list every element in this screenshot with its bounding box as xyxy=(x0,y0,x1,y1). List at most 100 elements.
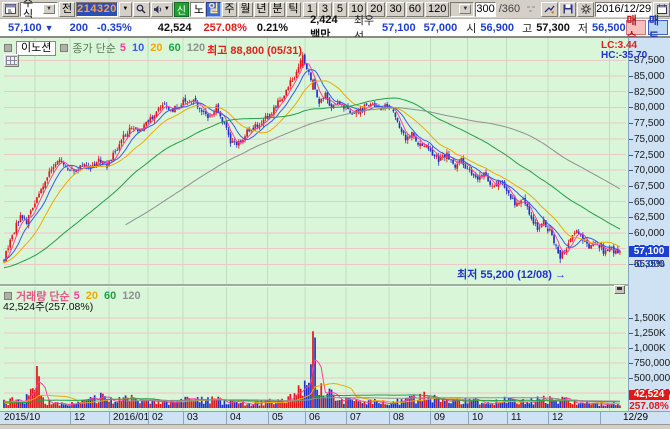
current-volume-badge: 42,524 xyxy=(629,390,669,400)
jun-button[interactable]: 전 xyxy=(59,2,75,17)
new-stock-badge: 신 xyxy=(174,2,189,17)
stock-code-input[interactable]: 214320 xyxy=(76,2,118,17)
price-axis[interactable]: 87,50085,00082,50080,00077,50075,00072,5… xyxy=(628,38,670,411)
time-label-12: 12 xyxy=(548,412,563,424)
price-ma-60: 60 xyxy=(169,42,181,54)
window-menu-button[interactable] xyxy=(2,2,19,17)
tick-mark xyxy=(629,363,633,364)
tick-mark xyxy=(629,233,633,234)
time-label-2015-10: 2015/10 xyxy=(1,412,40,424)
time-axis[interactable]: 2015/10122016/010203040506070809101112 1… xyxy=(0,411,670,424)
gear-icon xyxy=(581,4,591,14)
price-tick-label: 65,000 xyxy=(634,197,665,208)
price-ma-10: 10 xyxy=(132,42,144,54)
code-dropdown-button[interactable]: ▼ xyxy=(119,2,132,17)
search-icon xyxy=(136,4,146,14)
time-label-02: 02 xyxy=(148,412,163,424)
price-tick-label: 82,500 xyxy=(634,87,665,98)
save-icon xyxy=(563,4,573,14)
sound-button[interactable]: ▼ xyxy=(151,2,173,17)
time-label-08: 08 xyxy=(389,412,404,424)
down-arrow-icon: ▼ xyxy=(45,23,54,33)
price-ma-20: 20 xyxy=(150,42,162,54)
period-button-분[interactable]: 분 xyxy=(270,2,285,17)
best-ask: 57,100 xyxy=(382,22,416,34)
volume-tick-label: 1,500K xyxy=(634,313,666,324)
speaker-icon xyxy=(154,5,162,14)
volume-ma-60: 60 xyxy=(104,290,116,302)
tick-mark xyxy=(629,92,633,93)
period-button-일[interactable]: 일 xyxy=(206,2,221,17)
price-change-pct: -0.35% xyxy=(97,22,132,34)
tick-mark xyxy=(629,170,633,171)
price-tick-label: 75,000 xyxy=(634,134,665,145)
legend-stock-name: 이노션 xyxy=(16,41,56,56)
time-label-09: 09 xyxy=(430,412,445,424)
pane-divider[interactable] xyxy=(0,284,628,287)
price-tick-label: 70,000 xyxy=(634,165,665,176)
low-annotation: 최저 55,200 (12/08) → xyxy=(457,266,566,282)
tick-mark xyxy=(629,378,633,379)
tick-mark xyxy=(629,139,633,140)
time-label-10: 10 xyxy=(468,412,483,424)
grid-icon xyxy=(6,56,17,65)
low-price: 56,500 xyxy=(592,22,626,34)
tick-mark xyxy=(629,76,633,77)
pane-resize-button[interactable] xyxy=(614,285,625,294)
price-chart-canvas[interactable] xyxy=(0,38,628,284)
bars-count-input[interactable]: 300 xyxy=(475,2,495,17)
minute-button-60[interactable]: 60 xyxy=(406,2,424,17)
price-ma-120: 120 xyxy=(187,42,205,54)
compare-button[interactable] xyxy=(523,2,540,17)
volume-tick-label: 1,250K xyxy=(634,328,666,339)
window-icon xyxy=(5,4,16,14)
chart-area: 이노션 종가 단순 5102060120 최고 88,800 (05/31) 최… xyxy=(0,37,670,429)
time-label-12: 12 xyxy=(70,412,85,424)
price-tick-label: 67,500 xyxy=(634,181,665,192)
volume-current-value: 42,524주(257.08%) xyxy=(3,299,93,314)
period-button-틱[interactable]: 틱 xyxy=(286,2,301,17)
chevron-down-icon: ▼ xyxy=(43,4,55,14)
minute-button-120[interactable]: 120 xyxy=(425,2,449,17)
settings-button[interactable] xyxy=(577,2,594,17)
stock-chart-window: 주식 ▼ 전 214320 ▼ ▼ 신 이노션 일주월년분틱 135102030… xyxy=(0,0,670,429)
price-ma-5: 5 xyxy=(120,42,126,54)
tick-mark xyxy=(629,123,633,124)
drawing-tool-button[interactable] xyxy=(541,2,558,17)
search-button[interactable] xyxy=(133,2,150,17)
chevron-down-icon: ▼ xyxy=(459,4,471,14)
time-axis-last-date: 12/29 xyxy=(600,412,670,424)
price-change: 200 xyxy=(70,22,88,34)
time-label-2016-01: 2016/01 xyxy=(109,412,149,424)
tick-mark xyxy=(629,202,633,203)
bottom-scroll-strip[interactable] xyxy=(0,424,670,429)
extra-interval-select[interactable]: ▼ xyxy=(450,2,474,17)
volume-chart-canvas[interactable] xyxy=(0,286,628,411)
high-annotation: 최고 88,800 (05/31) xyxy=(207,42,302,58)
open-price: 56,900 xyxy=(480,22,514,34)
instrument-type-select[interactable]: 주식 ▼ xyxy=(20,2,58,17)
volume-tick-label: 1,000K xyxy=(634,343,666,354)
stock-name-field[interactable]: 이노션 xyxy=(190,2,205,17)
price-tick-label: 85,000 xyxy=(634,71,665,82)
price-ma-periods: 5 10 20 60 120 xyxy=(120,42,205,54)
period-button-주[interactable]: 주 xyxy=(222,2,237,17)
high-label: 고 xyxy=(522,20,532,36)
minute-button-30[interactable]: 30 xyxy=(386,2,404,17)
save-button[interactable] xyxy=(559,2,576,17)
sell-button[interactable]: 매도 xyxy=(648,20,668,35)
legend-marker-icon xyxy=(4,44,12,52)
period-button-년[interactable]: 년 xyxy=(254,2,269,17)
volume-tick-label: 750,000 xyxy=(634,358,670,369)
period-button-월[interactable]: 월 xyxy=(238,2,253,17)
low-label: 저 xyxy=(578,20,588,36)
chart-style-button[interactable] xyxy=(4,54,19,67)
buy-button[interactable]: 매수 xyxy=(626,20,646,35)
current-price-pct: -0.35% xyxy=(629,259,669,270)
tick-mark xyxy=(629,318,633,319)
price-tick-label: 77,500 xyxy=(634,118,665,129)
time-label-03: 03 xyxy=(183,412,198,424)
tick-mark xyxy=(629,348,633,349)
price-tick-label: 60,000 xyxy=(634,228,665,239)
tick-mark xyxy=(629,217,633,218)
